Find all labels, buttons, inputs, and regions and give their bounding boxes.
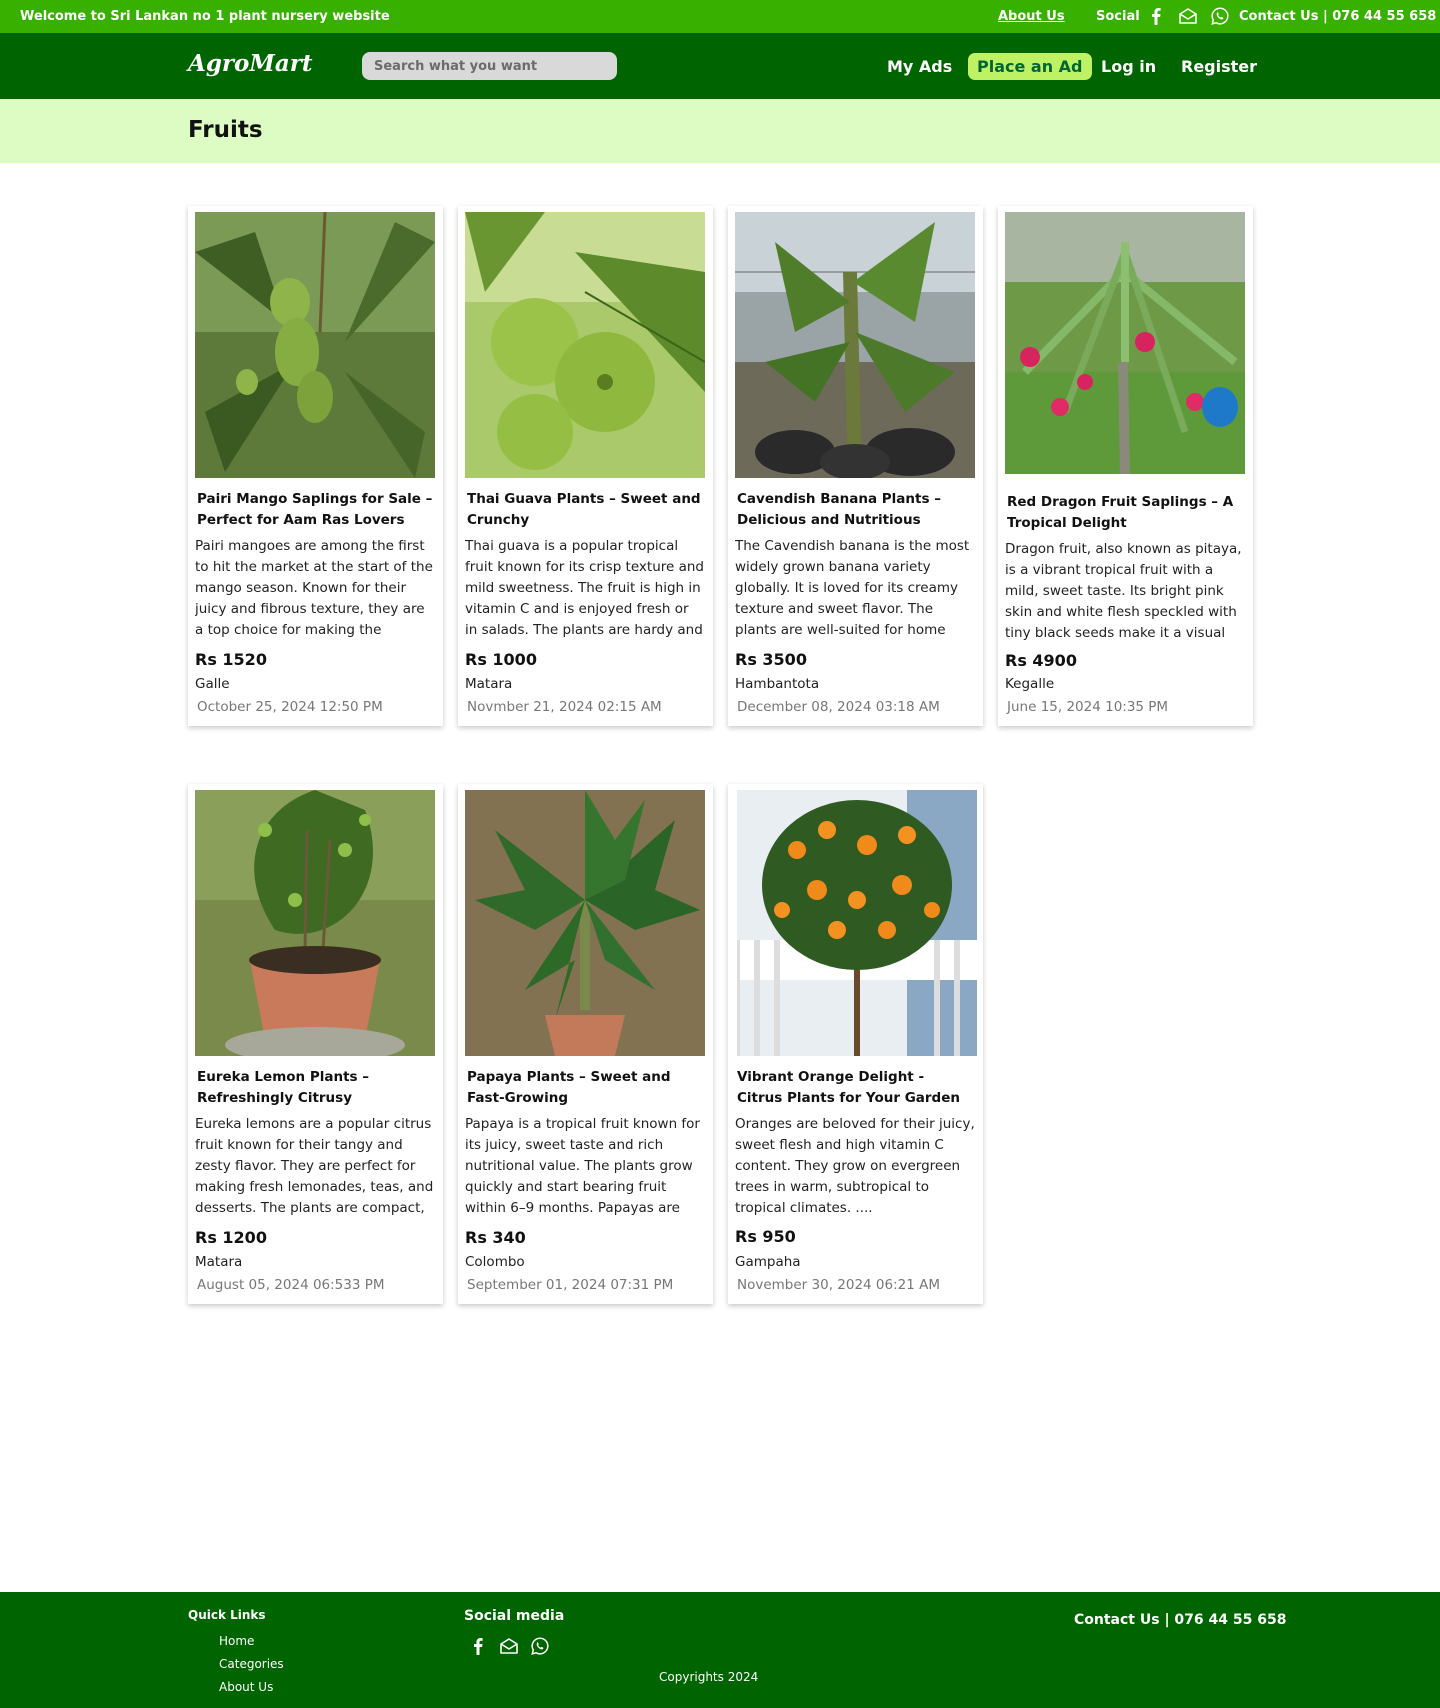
listing-description: Papaya is a tropical fruit known for its…: [465, 1116, 700, 1216]
listing-image-papaya: [465, 790, 705, 1056]
social-icons: [1146, 6, 1230, 26]
listing-title[interactable]: Vibrant Orange Delight - Citrus Plants f…: [737, 1067, 973, 1109]
listing-price: Rs 3500: [735, 650, 807, 669]
listing-description: Dragon fruit, also known as pitaya, is a…: [1005, 541, 1242, 641]
copyright-text: Copyrights 2024: [659, 1670, 759, 1684]
footer-link-home[interactable]: Home: [219, 1634, 254, 1648]
listing-location: Matara: [465, 676, 513, 692]
site-logo[interactable]: AgroMart: [188, 50, 313, 77]
site-footer: Quick Links Home Categories About Us Soc…: [0, 1592, 1440, 1708]
listing-description: Eureka lemons are a popular citrus fruit…: [195, 1116, 434, 1216]
listing-image-dragon-fruit: [1005, 212, 1245, 474]
listing-date: December 08, 2024 03:18 AM: [737, 699, 940, 715]
listing-title[interactable]: Eureka Lemon Plants – Refreshingly Citru…: [197, 1067, 433, 1109]
my-ads-link[interactable]: My Ads: [887, 57, 952, 76]
listing-price: Rs 1000: [465, 650, 537, 669]
listing-price: Rs 340: [465, 1228, 526, 1247]
whatsapp-icon[interactable]: [1210, 6, 1230, 26]
footer-link-about-us[interactable]: About Us: [219, 1680, 273, 1694]
footer-social-icons: [468, 1636, 550, 1656]
listing-location: Hambantota: [735, 676, 820, 692]
listing-image-banana: [735, 212, 975, 478]
listing-date: September 01, 2024 07:31 PM: [467, 1277, 674, 1293]
listing-description: Thai guava is a popular tropical fruit k…: [465, 538, 705, 638]
whatsapp-icon[interactable]: [530, 1636, 550, 1656]
category-header: Fruits: [0, 99, 1440, 163]
mail-icon[interactable]: [1178, 6, 1198, 26]
listing-date: August 05, 2024 06:533 PM: [197, 1277, 385, 1293]
welcome-text: Welcome to Sri Lankan no 1 plant nursery…: [20, 9, 390, 24]
listing-title[interactable]: Papaya Plants – Sweet and Fast-Growing: [467, 1067, 703, 1109]
facebook-icon[interactable]: [468, 1636, 488, 1656]
facebook-icon[interactable]: [1146, 6, 1166, 26]
listing-price: Rs 1520: [195, 650, 267, 669]
listing-card[interactable]: Eureka Lemon Plants – Refreshingly Citru…: [188, 784, 443, 1304]
listing-price: Rs 4900: [1005, 651, 1077, 670]
listing-location: Galle: [195, 676, 230, 692]
mail-icon[interactable]: [499, 1636, 519, 1656]
place-ad-button[interactable]: Place an Ad: [968, 53, 1092, 80]
contact-text: Contact Us | 076 44 55 658: [1239, 9, 1437, 24]
about-us-link[interactable]: About Us: [998, 9, 1065, 24]
listing-card[interactable]: Papaya Plants – Sweet and Fast-Growing P…: [458, 784, 713, 1304]
listing-location: Colombo: [465, 1254, 525, 1270]
listing-card[interactable]: Thai Guava Plants – Sweet and Crunchy Th…: [458, 206, 713, 726]
listing-location: Matara: [195, 1254, 243, 1270]
listing-description: Pairi mangoes are among the first to hit…: [195, 538, 433, 638]
listing-date: October 25, 2024 12:50 PM: [197, 699, 383, 715]
listing-image-mango: [195, 212, 435, 478]
register-link[interactable]: Register: [1181, 57, 1257, 76]
social-media-title: Social media: [464, 1608, 565, 1624]
top-bar: Welcome to Sri Lankan no 1 plant nursery…: [0, 0, 1440, 33]
listing-title[interactable]: Red Dragon Fruit Saplings – A Tropical D…: [1007, 492, 1243, 534]
social-label: Social: [1096, 9, 1140, 24]
listing-image-guava: [465, 212, 705, 478]
listing-card[interactable]: Cavendish Banana Plants – Delicious and …: [728, 206, 983, 726]
listing-price: Rs 950: [735, 1227, 796, 1246]
listing-date: November 30, 2024 06:21 AM: [737, 1277, 941, 1293]
footer-link-categories[interactable]: Categories: [219, 1657, 284, 1671]
listing-title[interactable]: Pairi Mango Saplings for Sale – Perfect …: [197, 489, 433, 531]
listing-card[interactable]: Vibrant Orange Delight - Citrus Plants f…: [728, 784, 983, 1304]
listing-location: Gampaha: [735, 1254, 801, 1270]
page-title: Fruits: [188, 117, 263, 143]
listing-title[interactable]: Thai Guava Plants – Sweet and Crunchy: [467, 489, 703, 531]
quick-links-title: Quick Links: [188, 1608, 266, 1622]
listing-card[interactable]: Pairi Mango Saplings for Sale – Perfect …: [188, 206, 443, 726]
listing-price: Rs 1200: [195, 1228, 267, 1247]
listing-description: Oranges are beloved for their juicy, swe…: [735, 1116, 975, 1216]
listing-title[interactable]: Cavendish Banana Plants – Delicious and …: [737, 489, 973, 531]
listing-image-orange: [737, 790, 977, 1056]
listing-date: Novmber 21, 2024 02:15 AM: [467, 699, 662, 715]
footer-contact: Contact Us | 076 44 55 658: [1074, 1612, 1287, 1628]
listing-description: The Cavendish banana is the most widely …: [735, 538, 970, 638]
listing-card[interactable]: Red Dragon Fruit Saplings – A Tropical D…: [998, 206, 1253, 726]
listing-date: June 15, 2024 10:35 PM: [1007, 699, 1169, 715]
search-input[interactable]: [362, 52, 617, 80]
listing-image-lemon: [195, 790, 435, 1056]
login-link[interactable]: Log in: [1101, 57, 1156, 76]
listing-location: Kegalle: [1005, 676, 1055, 692]
main-navbar: AgroMart My Ads Place an Ad Log in Regis…: [0, 33, 1440, 99]
